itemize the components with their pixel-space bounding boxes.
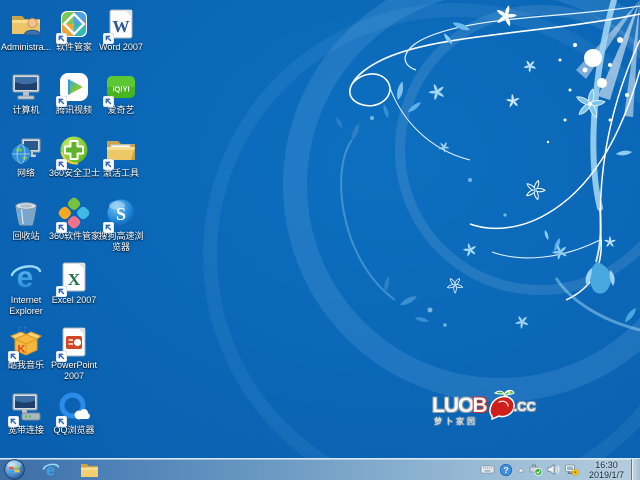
windows-logo-icon bbox=[3, 459, 25, 480]
shortcut-arrow-icon bbox=[55, 157, 68, 171]
svg-text:iQIYI: iQIYI bbox=[112, 85, 129, 94]
safely-remove-hardware-icon[interactable] bbox=[528, 462, 544, 478]
desktop-icon-kuwo-music[interactable]: K ♪♪ 酷我音乐 bbox=[1, 325, 51, 371]
taskbar-ie-button[interactable]: e bbox=[36, 459, 66, 480]
network-status-icon[interactable] bbox=[564, 462, 580, 478]
volume-speaker-icon[interactable] bbox=[546, 462, 562, 478]
shortcut-arrow-icon bbox=[55, 31, 68, 45]
recycle-bin-icon bbox=[9, 196, 43, 230]
shortcut-arrow-icon bbox=[102, 31, 115, 45]
360-software-manager-icon bbox=[55, 196, 91, 234]
kuwo-music-icon: K ♪♪ bbox=[7, 325, 43, 363]
desktop-icon-qq-browser[interactable]: QQ浏览器 bbox=[49, 390, 99, 436]
desktop-icon-software-manager[interactable]: 软件管家 bbox=[49, 7, 99, 53]
desktop-icon-label: Administra... bbox=[1, 42, 52, 52]
network-globe-icon bbox=[9, 133, 43, 167]
shortcut-arrow-icon bbox=[55, 414, 68, 428]
desktop-icon-internet-explorer[interactable]: e Internet Explorer bbox=[1, 260, 51, 317]
input-method-icon[interactable] bbox=[480, 462, 496, 478]
svg-text:X: X bbox=[68, 270, 81, 289]
desktop-icon-label: 网络 bbox=[16, 168, 35, 178]
desktop-icon-label: 搜狗高速浏览器 bbox=[98, 231, 144, 252]
svg-text:S: S bbox=[116, 204, 126, 224]
desktop-icon-excel-2007[interactable]: X Excel 2007 bbox=[49, 260, 99, 306]
qq-browser-icon bbox=[55, 390, 91, 428]
internet-explorer-icon: e bbox=[9, 260, 43, 294]
shortcut-arrow-icon bbox=[102, 94, 115, 108]
system-tray: ? 16:30 2019/1/7 bbox=[480, 459, 640, 480]
shortcut-arrow-icon bbox=[7, 349, 20, 363]
desktop-icon-recycle-bin[interactable]: 回收站 bbox=[1, 196, 51, 242]
360-safe-icon bbox=[55, 133, 91, 171]
taskbar-clock[interactable]: 16:30 2019/1/7 bbox=[582, 460, 629, 480]
desktop-icon-network[interactable]: 网络 bbox=[1, 133, 51, 179]
luobo-watermark-logo: LUO B .CC 萝卜家园 bbox=[432, 389, 552, 427]
clock-time: 16:30 bbox=[595, 459, 618, 470]
word-document-icon: W bbox=[102, 7, 138, 45]
show-hidden-icons-chevron[interactable] bbox=[516, 462, 526, 478]
svg-text:?: ? bbox=[503, 464, 508, 474]
desktop-icon-broadband[interactable]: 宽带连接 bbox=[1, 390, 51, 436]
desktop-icon-sogou-browser[interactable]: S 搜狗高速浏览器 bbox=[96, 196, 146, 253]
powerpoint-document-icon bbox=[55, 325, 91, 363]
watermark-subtitle: 萝卜家园 bbox=[434, 417, 478, 426]
desktop-wallpaper: Administra... 软件管家 W Word 2007 计算机 腾讯视频 … bbox=[0, 0, 640, 458]
start-button[interactable] bbox=[0, 459, 28, 480]
taskbar: e ? 16:30 2019/1/7 bbox=[0, 458, 640, 480]
shortcut-arrow-icon bbox=[7, 414, 20, 428]
iqiyi-icon: iQIYI bbox=[102, 70, 138, 108]
desktop-icon-word-2007[interactable]: W Word 2007 bbox=[96, 7, 146, 53]
help-tray-icon[interactable]: ? bbox=[498, 462, 514, 478]
desktop-icon-label: 计算机 bbox=[12, 105, 40, 115]
clock-date: 2019/1/7 bbox=[588, 469, 624, 480]
tencent-video-icon bbox=[55, 70, 91, 108]
shortcut-arrow-icon bbox=[55, 284, 68, 298]
desktop-icon-activation-tools[interactable]: 激活工具 bbox=[96, 133, 146, 179]
shortcut-arrow-icon bbox=[55, 220, 68, 234]
watermark-cc-text: .CC bbox=[513, 398, 536, 414]
radish-icon bbox=[487, 388, 517, 425]
user-folder-icon bbox=[9, 7, 43, 41]
desktop-icon-computer[interactable]: 计算机 bbox=[1, 70, 51, 116]
svg-text:W: W bbox=[113, 17, 130, 36]
desktop-icon-360-software-manager[interactable]: 360软件管家 bbox=[49, 196, 100, 242]
internet-explorer-icon: e bbox=[42, 462, 60, 479]
software-manager-icon bbox=[55, 7, 91, 45]
windows-desktop: Administra... 软件管家 W Word 2007 计算机 腾讯视频 … bbox=[0, 0, 640, 480]
desktop-icon-tencent-video[interactable]: 腾讯视频 bbox=[49, 70, 99, 116]
shortcut-arrow-icon bbox=[102, 220, 115, 234]
folder-icon bbox=[80, 464, 98, 477]
desktop-icon-label: 回收站 bbox=[12, 231, 40, 241]
desktop-icon-label: PowerPoint 2007 bbox=[50, 360, 98, 381]
desktop-icon-administrator[interactable]: Administra... bbox=[1, 7, 51, 53]
desktop-icon-powerpoint-2007[interactable]: PowerPoint 2007 bbox=[49, 325, 99, 382]
shortcut-arrow-icon bbox=[55, 349, 68, 363]
desktop-icon-iqiyi[interactable]: iQIYI 爱奇艺 bbox=[96, 70, 146, 116]
broadband-connection-icon bbox=[7, 390, 43, 428]
watermark-luo-text: LUO bbox=[432, 394, 474, 417]
shortcut-arrow-icon bbox=[55, 94, 68, 108]
svg-text:♪♪: ♪♪ bbox=[16, 326, 28, 336]
watermark-b-text: B bbox=[472, 394, 488, 417]
sogou-browser-icon: S bbox=[102, 196, 138, 234]
folder-icon bbox=[102, 133, 138, 171]
excel-document-icon: X bbox=[55, 260, 91, 298]
taskbar-explorer-button[interactable] bbox=[74, 459, 104, 480]
desktop-icon-label: Internet Explorer bbox=[9, 295, 43, 316]
computer-monitor-icon bbox=[9, 70, 43, 104]
show-desktop-button[interactable] bbox=[631, 459, 640, 480]
shortcut-arrow-icon bbox=[102, 157, 115, 171]
desktop-icon-360-safe[interactable]: 360安全卫士 bbox=[49, 133, 100, 179]
